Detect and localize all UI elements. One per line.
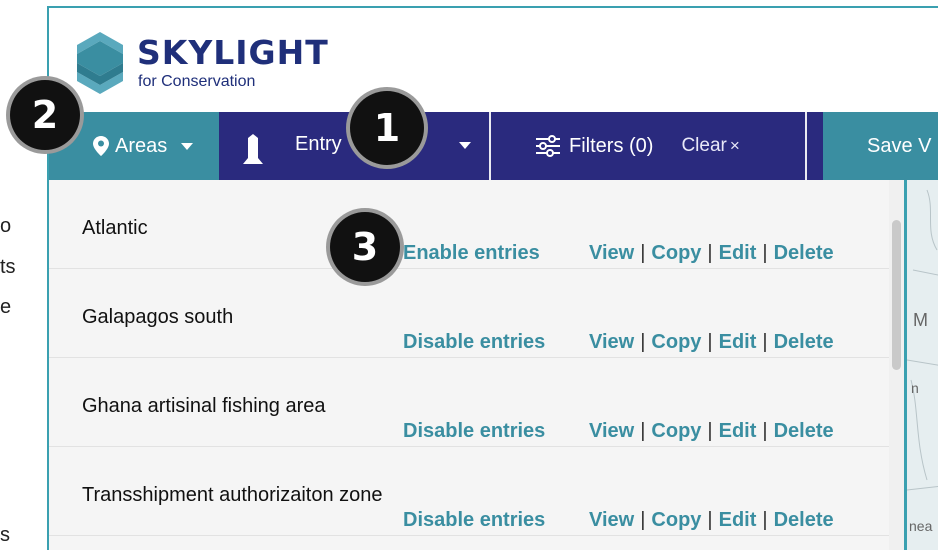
delete-link[interactable]: Delete [774, 420, 834, 442]
area-name: Atlantic [82, 217, 148, 239]
map-label: nea [909, 518, 933, 534]
main-toolbar: Areas Entry Filters (0) Clear × Save V [49, 112, 938, 180]
background-text-fragment: ts [0, 256, 16, 278]
map-label: M [913, 310, 928, 330]
view-link[interactable]: View [589, 331, 634, 353]
separator: | [762, 420, 768, 442]
entry-icon [243, 134, 263, 164]
filters-button[interactable]: Filters (0) [569, 135, 653, 158]
edit-link[interactable]: Edit [719, 420, 757, 442]
list-item: Atlantic Enable entries View | Copy | Edit | D… [49, 180, 889, 269]
copy-link[interactable]: Copy [651, 242, 701, 264]
areas-label: Areas [115, 134, 168, 157]
separator: | [707, 420, 713, 442]
copy-link[interactable]: Copy [651, 509, 701, 531]
edit-link[interactable]: Edit [719, 242, 757, 264]
list-item: Ghana artisinal fishing area Disable ent… [49, 358, 889, 447]
edit-link[interactable]: Edit [719, 509, 757, 531]
brand-name: SKYLIGHT [137, 33, 329, 72]
separator: | [640, 420, 646, 442]
step-badge-3: 3 [330, 212, 400, 282]
app-header: SKYLIGHT for Conservation [49, 8, 938, 112]
list-item: Galapagos south Disable entries View | Cop… [49, 269, 889, 358]
disable-entries-link[interactable]: Disable entries [403, 509, 545, 532]
map-lines [907, 189, 938, 491]
separator: | [707, 509, 713, 531]
scrollbar-thumb[interactable] [892, 220, 901, 370]
disable-entries-link[interactable]: Disable entries [403, 331, 545, 354]
delete-link[interactable]: Delete [774, 509, 834, 531]
row-actions: View | Copy | Edit | Delete [589, 242, 834, 265]
separator: | [762, 331, 768, 353]
copy-link[interactable]: Copy [651, 420, 701, 442]
area-name: Ghana artisinal fishing area [82, 395, 326, 417]
area-name: Galapagos south [82, 306, 234, 328]
delete-link[interactable]: Delete [774, 331, 834, 353]
filters-group: Filters (0) Clear × [535, 112, 740, 180]
map-pin-icon [93, 136, 109, 156]
skylight-logo [77, 32, 123, 94]
delete-link[interactable]: Delete [774, 242, 834, 264]
separator: | [707, 242, 713, 264]
areas-list-panel: Atlantic Enable entries View | Copy | Edit | D… [49, 180, 904, 550]
map-label: n [911, 380, 919, 396]
caret-down-icon [181, 142, 194, 150]
separator: | [640, 242, 646, 264]
brand-subtitle: for Conservation [138, 73, 256, 90]
background-text-fragment: e [0, 296, 12, 318]
copy-link[interactable]: Copy [651, 331, 701, 353]
toolbar-divider [805, 112, 807, 180]
separator: | [762, 509, 768, 531]
view-link[interactable]: View [589, 420, 634, 442]
toolbar-divider [489, 112, 491, 180]
separator: | [762, 242, 768, 264]
close-icon[interactable]: × [730, 136, 740, 156]
background-text-fragment: o [0, 215, 12, 237]
map-panel[interactable]: M n nea [904, 180, 938, 550]
entry-label: Entry [295, 133, 342, 155]
list-item: Transshipment authorizaiton zone Disable… [49, 447, 889, 536]
row-actions: View | Copy | Edit | Delete [589, 331, 834, 354]
sliders-icon[interactable] [535, 134, 561, 158]
row-actions: View | Copy | Edit | Delete [589, 420, 834, 443]
row-actions: View | Copy | Edit | Delete [589, 509, 834, 532]
caret-down-icon [459, 142, 471, 149]
separator: | [640, 509, 646, 531]
save-view-button[interactable]: Save V [823, 112, 938, 180]
view-link[interactable]: View [589, 509, 634, 531]
clear-filters-button[interactable]: Clear [681, 135, 726, 157]
area-name: Transshipment authorizaiton zone [82, 484, 383, 506]
view-link[interactable]: View [589, 242, 634, 264]
app-window: SKYLIGHT for Conservation Areas Entry Fi… [47, 6, 938, 550]
disable-entries-link[interactable]: Disable entries [403, 420, 545, 443]
step-badge-2: 2 [10, 80, 80, 150]
background-text-fragment: s [0, 524, 10, 546]
enable-entries-link[interactable]: Enable entries [403, 242, 540, 265]
edit-link[interactable]: Edit [719, 331, 757, 353]
separator: | [707, 331, 713, 353]
separator: | [640, 331, 646, 353]
step-badge-1: 1 [350, 91, 424, 165]
